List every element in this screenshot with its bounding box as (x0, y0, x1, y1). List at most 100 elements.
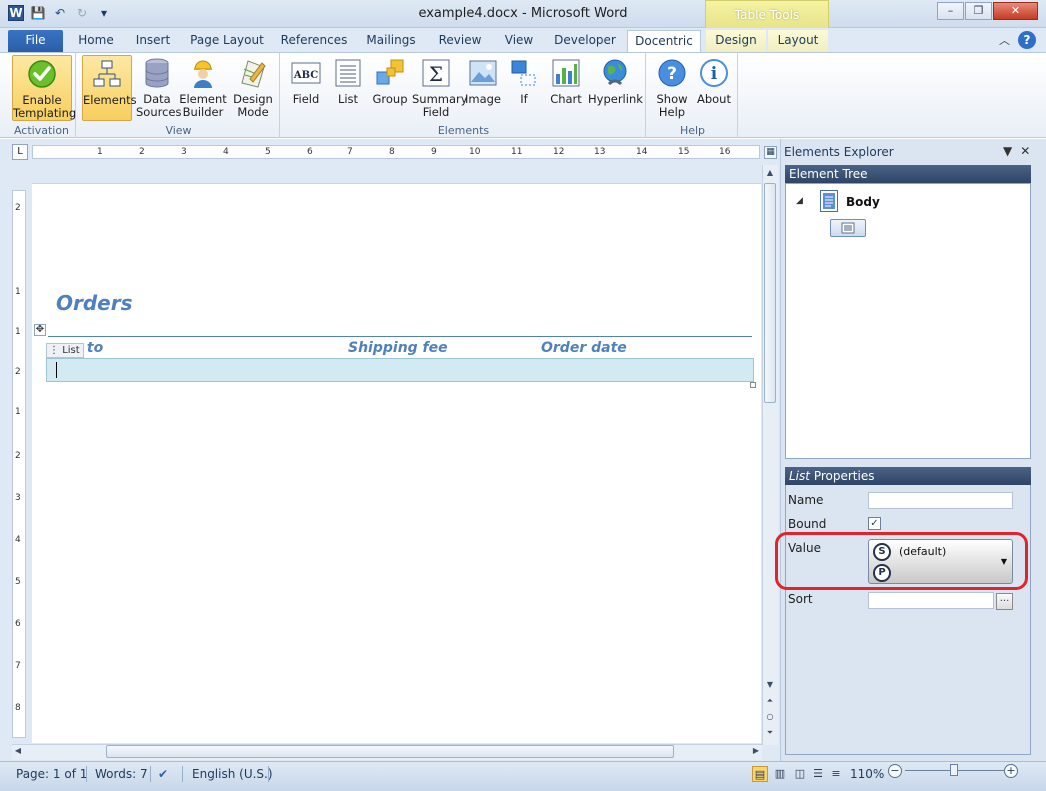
tree-collapse-icon[interactable]: ◢ (796, 196, 803, 206)
document-page[interactable] (32, 183, 761, 743)
next-page-icon[interactable]: ⏷ (764, 728, 776, 738)
list-table-row[interactable] (46, 358, 754, 382)
proofing-icon[interactable]: ✔︎ (158, 767, 168, 781)
view-ruler-icon[interactable]: ▦ (764, 146, 777, 159)
name-field[interactable] (868, 492, 1013, 509)
ribbon: Enable Templating Activation Elements Da… (0, 52, 1046, 138)
tab-layout[interactable]: Layout (768, 30, 828, 52)
ruler-mark: 7 (347, 147, 353, 157)
document-body-icon (820, 190, 838, 212)
horizontal-scroll-thumb[interactable] (106, 745, 674, 758)
scroll-up-icon[interactable]: ▲ (764, 168, 776, 177)
tab-mailings[interactable]: Mailings (362, 30, 420, 52)
enable-templating-button[interactable]: Enable Templating (12, 55, 76, 121)
ruler-mark: 11 (511, 147, 523, 157)
summary-field-label: Summary Field (412, 92, 468, 119)
data-sources-button[interactable]: Data Sources (136, 55, 182, 119)
tab-docentric[interactable]: Docentric (627, 30, 701, 52)
if-icon (508, 57, 540, 89)
restore-button[interactable]: ❐ (965, 2, 992, 20)
if-button[interactable]: If (506, 55, 542, 106)
tree-node-body[interactable]: Body (846, 195, 880, 209)
ruler-mark: 7 (15, 661, 21, 671)
horizontal-ruler[interactable]: 1 2 3 4 5 6 7 8 9 10 11 12 13 14 15 16 (32, 145, 760, 159)
tree-node-list[interactable] (830, 219, 866, 237)
value-highlight-annotation (775, 532, 1028, 590)
about-button[interactable]: i About (694, 55, 734, 106)
properties-title: Properties (813, 469, 875, 483)
bound-checkbox[interactable]: ✓ (868, 517, 881, 530)
pane-close-icon[interactable]: ✕ (1020, 144, 1030, 158)
chart-label: Chart (550, 92, 582, 106)
table-move-handle[interactable]: ✥ (34, 324, 46, 336)
pane-options-icon[interactable]: ▼ (1003, 144, 1012, 158)
sort-field[interactable] (868, 592, 994, 609)
question-icon: ? (656, 57, 688, 89)
zoom-slider-knob[interactable] (950, 764, 958, 776)
column-header-order-date[interactable]: Order date (541, 340, 627, 356)
browse-object-icon[interactable]: ○ (764, 712, 776, 721)
scroll-down-icon[interactable]: ▼ (764, 680, 776, 689)
close-button[interactable]: ✕ (993, 2, 1038, 20)
minimize-ribbon-icon[interactable]: ︿ (999, 32, 1010, 48)
design-mode-label: Design Mode (233, 92, 273, 119)
title-bar: W 💾 ↶ ↻ ▾ example4.docx - Microsoft Word… (0, 0, 1046, 28)
table-resize-handle[interactable] (750, 382, 756, 388)
list-element-tag[interactable]: ⋮ List (46, 343, 84, 358)
vertical-scroll-thumb[interactable] (764, 183, 776, 403)
group-button[interactable]: Group (370, 55, 410, 106)
image-button[interactable]: Image (462, 55, 504, 106)
status-divider (86, 766, 87, 782)
tab-review[interactable]: Review (432, 30, 488, 52)
tab-page-layout[interactable]: Page Layout (188, 30, 266, 52)
summary-field-button[interactable]: Σ Summary Field (412, 55, 468, 119)
ruler-mark: 14 (636, 147, 648, 157)
sort-browse-button[interactable]: ... (996, 593, 1013, 610)
word-count[interactable]: Words: 7 (95, 767, 148, 781)
language[interactable]: English (U.S.) (192, 767, 273, 781)
previous-page-icon[interactable]: ⏶ (764, 696, 776, 706)
element-tree[interactable]: ◢ Body (785, 183, 1031, 459)
page-count[interactable]: Page: 1 of 1 (16, 767, 87, 781)
help-icon[interactable]: ? (1018, 31, 1036, 49)
field-button[interactable]: ABC Field (286, 55, 326, 106)
show-help-label: Show Help (656, 92, 688, 119)
tab-developer[interactable]: Developer (550, 30, 620, 52)
group-label-view: View (165, 124, 192, 137)
zoom-in-button[interactable]: + (1004, 764, 1018, 778)
design-mode-button[interactable]: Design Mode (230, 55, 276, 119)
zoom-level[interactable]: 110% (850, 767, 884, 781)
tab-home[interactable]: Home (72, 30, 120, 52)
tab-insert[interactable]: Insert (128, 30, 178, 52)
ruler-mark: 12 (553, 147, 565, 157)
minimize-button[interactable]: – (937, 2, 964, 20)
tab-file[interactable]: File (8, 30, 63, 52)
tab-selector[interactable]: L (12, 144, 28, 160)
ruler-mark: 3 (15, 493, 21, 503)
document-heading[interactable]: Orders (56, 291, 133, 315)
print-layout-view-icon[interactable]: ▤ (752, 766, 768, 782)
draft-view-icon[interactable]: ≡ (828, 766, 844, 782)
scroll-right-icon[interactable]: ▶ (750, 746, 762, 755)
elements-button[interactable]: Elements (82, 55, 137, 121)
zoom-out-button[interactable]: − (888, 764, 902, 778)
web-layout-icon[interactable]: ◫ (792, 766, 808, 782)
text-cursor (56, 362, 57, 378)
scroll-left-icon[interactable]: ◀ (12, 746, 24, 755)
tab-references[interactable]: References (276, 30, 352, 52)
ruler-mark: 2 (15, 367, 21, 377)
list-button[interactable]: List (328, 55, 368, 106)
tab-view[interactable]: View (498, 30, 540, 52)
hyperlink-button[interactable]: Hyperlink (588, 55, 643, 106)
full-screen-reading-icon[interactable]: ▥ (772, 766, 788, 782)
chart-button[interactable]: Chart (546, 55, 586, 106)
column-header-shipping-fee[interactable]: Shipping fee (348, 340, 448, 356)
element-tree-header: Element Tree (785, 165, 1031, 183)
vertical-ruler[interactable]: 2 1 1 2 1 2 3 4 5 6 7 8 (12, 190, 26, 738)
element-builder-button[interactable]: Element Builder (178, 55, 228, 119)
outline-view-icon[interactable]: ☰ (810, 766, 826, 782)
checkmark-icon (26, 58, 58, 90)
ruler-mark: 2 (139, 147, 145, 157)
tab-design[interactable]: Design (706, 30, 766, 52)
show-help-button[interactable]: ? Show Help (652, 55, 692, 119)
